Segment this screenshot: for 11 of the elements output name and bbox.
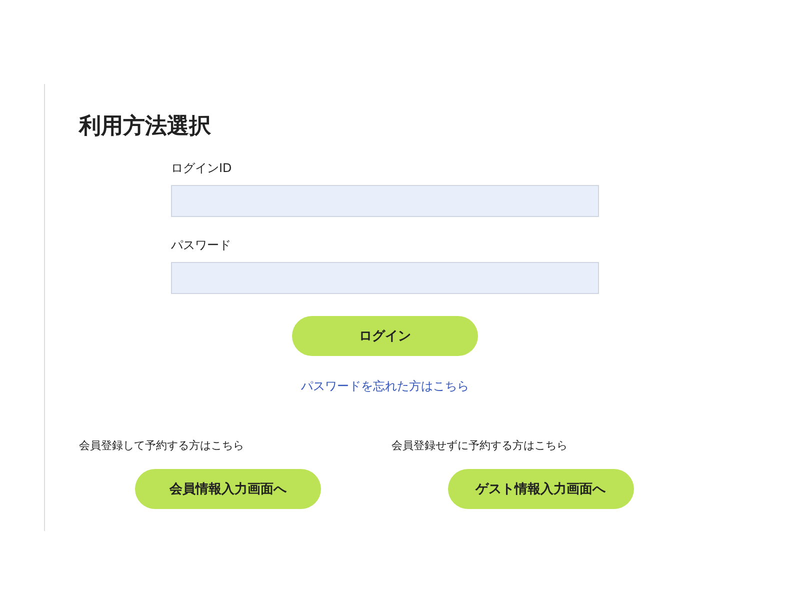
input-field[interactable] xyxy=(171,185,599,217)
page-title: 利用方法選択 xyxy=(79,112,212,141)
proceed-button[interactable]: 会員情報入力画面へ xyxy=(135,469,321,509)
option-caption: 会員登録して予約する方はこちら xyxy=(79,438,244,454)
login-button[interactable]: ログイン xyxy=(292,316,478,356)
field-label: パスワード xyxy=(171,237,231,253)
forgot-password-link[interactable]: パスワードを忘れた方はこちら xyxy=(301,378,469,394)
proceed-button[interactable]: ゲスト情報入力画面へ xyxy=(448,469,634,509)
input-field[interactable] xyxy=(171,262,599,294)
option-caption: 会員登録せずに予約する方はこちら xyxy=(392,438,568,454)
field-label: ログインID xyxy=(171,160,232,176)
